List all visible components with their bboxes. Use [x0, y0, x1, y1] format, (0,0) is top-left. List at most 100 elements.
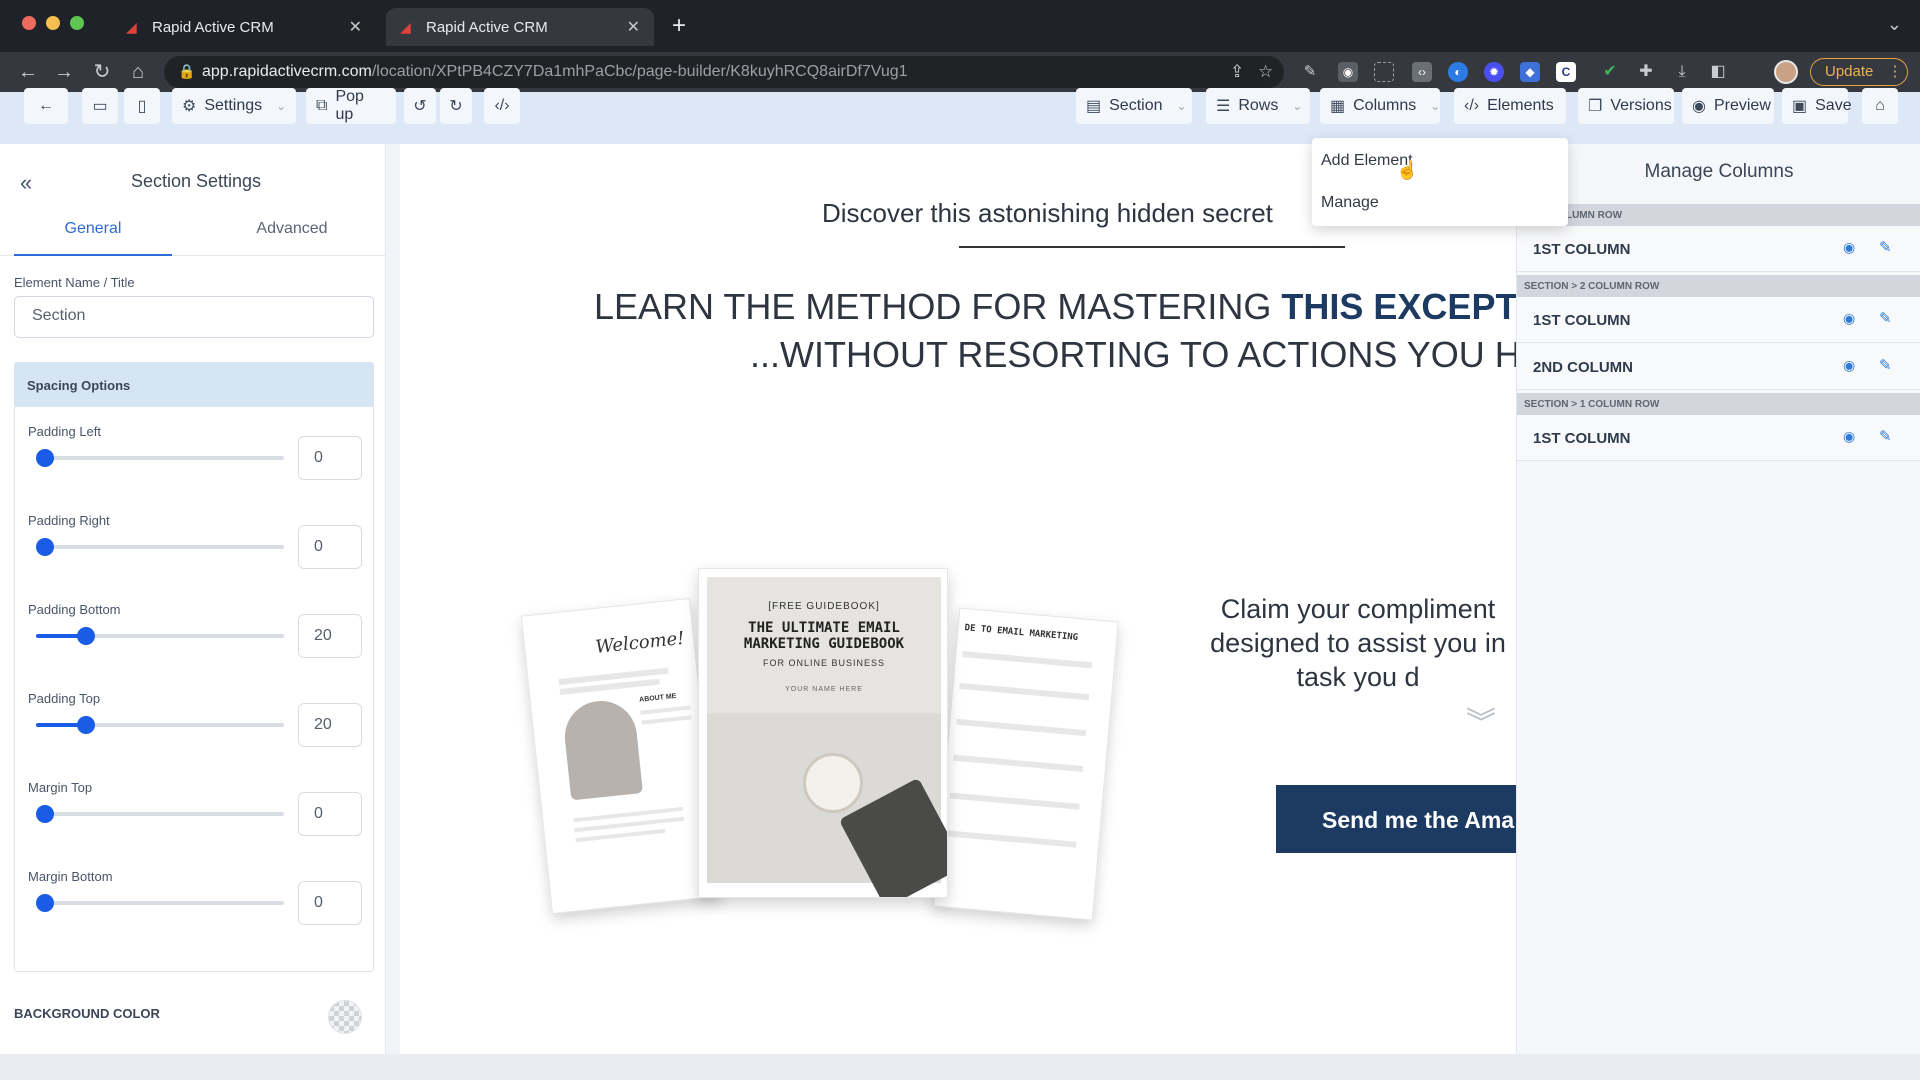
screenshot-extension-icon[interactable] — [1374, 62, 1394, 82]
tab-general[interactable]: General — [14, 220, 172, 256]
slider-track[interactable] — [36, 538, 284, 556]
slider-track[interactable] — [36, 894, 284, 912]
preview-button[interactable]: ◉ Preview — [1682, 88, 1774, 124]
elements-button[interactable]: ‹/› Elements — [1454, 88, 1566, 124]
code-extension-icon[interactable]: ‹› — [1412, 62, 1432, 82]
close-tab-icon[interactable]: ✕ — [627, 17, 640, 37]
claim-text[interactable]: Claim your compliment designed to assist… — [1188, 592, 1516, 694]
back-button[interactable]: ← — [24, 88, 68, 124]
column-item[interactable]: 1ST COLUMN ◉ ✎ — [1517, 226, 1920, 272]
headline-line-2[interactable]: ...WITHOUT RESORTING TO ACTIONS YOU HAT — [750, 334, 1516, 376]
browser-tab-2[interactable]: ◢ Rapid Active CRM ✕ — [386, 8, 654, 46]
minimize-window-button[interactable] — [46, 16, 60, 30]
back-icon[interactable]: ← — [14, 58, 42, 86]
download-icon[interactable]: ⤓ — [1672, 62, 1692, 82]
edit-icon[interactable]: ✎ — [1879, 309, 1892, 327]
columns-label: Columns — [1353, 97, 1417, 114]
column-item[interactable]: 1ST COLUMN ◉ ✎ — [1517, 297, 1920, 343]
cta-button[interactable]: Send me the Ama — [1276, 785, 1516, 853]
settings-button[interactable]: ⚙ Settings ⌄ — [172, 88, 296, 124]
code-button[interactable]: ‹/› — [484, 88, 520, 124]
add-element-menu-item[interactable]: Add Element — [1312, 140, 1568, 180]
eye-icon[interactable]: ◉ — [1843, 239, 1855, 256]
camera-extension-icon[interactable]: ◉ — [1338, 62, 1358, 82]
welcome-text: Welcome! — [594, 627, 686, 659]
redo-button[interactable]: ↻ — [440, 88, 472, 124]
chevron-down-icon: ⌄ — [276, 99, 287, 113]
desktop-view-button[interactable]: ▭ — [82, 88, 118, 124]
bookmark-star-icon[interactable]: ☆ — [1258, 62, 1273, 82]
columns-menu-button[interactable]: ▦ Columns ⌄ — [1320, 88, 1440, 124]
element-name-field[interactable]: Section — [14, 296, 374, 338]
slider-value-input[interactable]: 0 — [298, 436, 362, 480]
forward-icon[interactable]: → — [50, 58, 78, 86]
guidebook-subtitle: FOR ONLINE BUSINESS — [762, 658, 886, 668]
versions-label: Versions — [1610, 97, 1672, 114]
share-icon[interactable]: ⇪ — [1230, 62, 1244, 82]
slider-label: Padding Right — [28, 513, 110, 528]
headline-line-1[interactable]: LEARN THE METHOD FOR MASTERING THIS EXCE… — [594, 286, 1516, 328]
new-tab-icon[interactable]: + — [672, 12, 686, 40]
close-window-button[interactable] — [22, 16, 36, 30]
blue-extension-icon[interactable]: ◐ — [1448, 62, 1468, 82]
eye-icon[interactable]: ◉ — [1843, 428, 1855, 445]
slider-value-input[interactable]: 0 — [298, 525, 362, 569]
slider-handle[interactable] — [36, 894, 54, 912]
eye-icon[interactable]: ◉ — [1843, 310, 1855, 327]
slider-value-input[interactable]: 0 — [298, 792, 362, 836]
slider-track[interactable] — [36, 627, 284, 645]
slider-value-input[interactable]: 20 — [298, 703, 362, 747]
tag-extension-icon[interactable]: ◆ — [1520, 62, 1540, 82]
slider-handle[interactable] — [36, 449, 54, 467]
save-button[interactable]: ▣ Save — [1782, 88, 1852, 124]
rows-menu-button[interactable]: ☰ Rows ⌄ — [1206, 88, 1310, 124]
tab-advanced[interactable]: Advanced — [212, 220, 372, 256]
slider-handle[interactable] — [76, 716, 95, 734]
chevron-double-down-icon: ︾ — [1466, 707, 1496, 740]
eye-icon[interactable]: ◉ — [1843, 357, 1855, 374]
close-tab-icon[interactable]: ✕ — [349, 17, 362, 37]
sidebar-toggle-icon[interactable]: ◧ — [1708, 62, 1728, 82]
slider-handle[interactable] — [76, 627, 95, 645]
column-item[interactable]: 2ND COLUMN ◉ ✎ — [1517, 344, 1920, 390]
mobile-view-button[interactable]: ▯ — [124, 88, 160, 124]
background-color-swatch[interactable] — [328, 1000, 362, 1034]
slider-track[interactable] — [36, 449, 284, 467]
profile-avatar[interactable] — [1774, 60, 1798, 84]
publish-button[interactable]: ⌂ — [1862, 88, 1898, 124]
edit-icon[interactable]: ✎ — [1879, 238, 1892, 256]
tab-search-icon[interactable]: ⌄ — [1887, 14, 1902, 35]
mockup-page-left: Welcome! ABOUT ME — [520, 597, 722, 915]
reload-icon[interactable]: ↻ — [88, 58, 116, 86]
rows-icon: ☰ — [1216, 98, 1231, 115]
edit-icon[interactable]: ✎ — [1879, 356, 1892, 374]
pen-extension-icon[interactable]: ✎ — [1300, 62, 1320, 82]
c-extension-icon[interactable]: C — [1556, 62, 1576, 82]
check-extension-icon[interactable]: ✔ — [1600, 62, 1620, 82]
column-item[interactable]: 1ST COLUMN ◉ ✎ — [1517, 415, 1920, 461]
home-icon[interactable]: ⌂ — [124, 58, 152, 86]
slider-value-input[interactable]: 20 — [298, 614, 362, 658]
undo-button[interactable]: ↺ — [404, 88, 436, 124]
popup-button[interactable]: ⧉ Pop up — [306, 88, 396, 124]
section-menu-button[interactable]: ▤ Section ⌄ — [1076, 88, 1192, 124]
manage-menu-item[interactable]: Manage — [1312, 182, 1568, 222]
url-field[interactable]: 🔒 app.rapidactivecrm.com/location/XPtPB4… — [164, 56, 1284, 88]
horizontal-scrollbar[interactable] — [0, 1054, 1920, 1080]
slider-track[interactable] — [36, 716, 284, 734]
edit-icon[interactable]: ✎ — [1879, 427, 1892, 445]
gear-extension-icon[interactable]: ✹ — [1484, 62, 1504, 82]
maximize-window-button[interactable] — [70, 16, 84, 30]
subheadline[interactable]: Discover this astonishing hidden secret — [822, 198, 1273, 229]
popup-label: Pop up — [335, 88, 364, 123]
briefcase-icon: ⌂ — [1875, 97, 1885, 114]
slider-handle[interactable] — [36, 805, 54, 823]
puzzle-extensions-icon[interactable]: ✚ — [1636, 62, 1656, 82]
browser-tab-1[interactable]: ◢ Rapid Active CRM ✕ — [112, 8, 376, 46]
url-text: app.rapidactivecrm.com/location/XPtPB4CZ… — [202, 63, 908, 80]
versions-button[interactable]: ❐ Versions — [1578, 88, 1674, 124]
slider-value-input[interactable]: 0 — [298, 881, 362, 925]
slider-track[interactable] — [36, 805, 284, 823]
update-button[interactable]: Update ⋮ — [1810, 58, 1908, 86]
slider-handle[interactable] — [36, 538, 54, 556]
